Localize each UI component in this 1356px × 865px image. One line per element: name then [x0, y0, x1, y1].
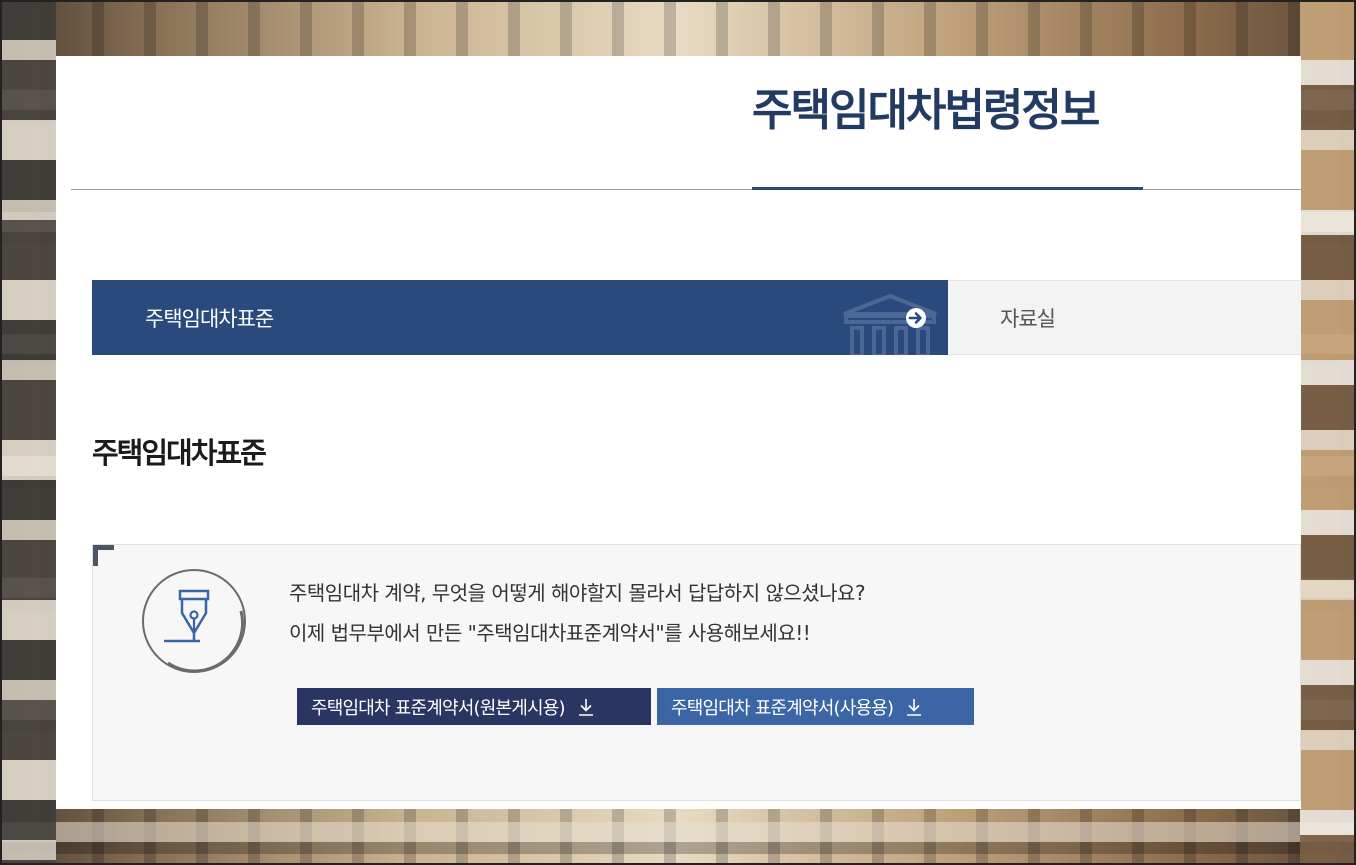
- site-title: 주택임대차법령정보: [752, 85, 1100, 136]
- download-original-button[interactable]: 주택임대차 표준계약서(원본게시용): [297, 688, 651, 725]
- tab-standard-label: 주택임대차표준: [145, 306, 274, 331]
- fountain-pen-icon: [142, 569, 246, 673]
- content-panel: 주택임대차법령정보 주택임대차표준 자료실 주택임대차표준 주택임대차 계약, …: [56, 56, 1301, 809]
- download-icon: [578, 698, 593, 716]
- download-original-label: 주택임대차 표준계약서(원본게시용): [311, 697, 566, 719]
- arrow-right-circle-icon: [906, 308, 926, 328]
- tab-standard[interactable]: 주택임대차표준: [92, 280, 948, 356]
- download-icon: [907, 698, 922, 716]
- corner-mark: [93, 545, 114, 566]
- background-photo-left: [0, 0, 56, 865]
- download-usage-label: 주택임대차 표준계약서(사용용): [671, 697, 894, 719]
- background-photo-right: [1300, 0, 1356, 865]
- download-button-row: 주택임대차 표준계약서(원본게시용) 주택임대차 표준계약서(사용용): [297, 688, 974, 725]
- info-text-line-2: 이제 법무부에서 만든 "주택임대차표준계약서"를 사용해보세요!!: [289, 621, 811, 645]
- section-heading: 주택임대차표준: [92, 436, 267, 470]
- info-text: 주택임대차 계약, 무엇을 어떻게 해야할지 몰라서 답답하지 않으셨나요? 이…: [289, 573, 866, 653]
- info-text-line-1: 주택임대차 계약, 무엇을 어떻게 해야할지 몰라서 답답하지 않으셨나요?: [289, 581, 866, 605]
- tab-bar: 주택임대차표준 자료실: [92, 280, 1301, 356]
- download-usage-button[interactable]: 주택임대차 표준계약서(사용용): [657, 688, 974, 725]
- info-box: 주택임대차 계약, 무엇을 어떻게 해야할지 몰라서 답답하지 않으셨나요? 이…: [92, 544, 1301, 801]
- title-accent-underline: [752, 187, 1143, 190]
- tab-library[interactable]: 자료실: [948, 280, 1301, 355]
- tab-library-label: 자료실: [1000, 306, 1056, 331]
